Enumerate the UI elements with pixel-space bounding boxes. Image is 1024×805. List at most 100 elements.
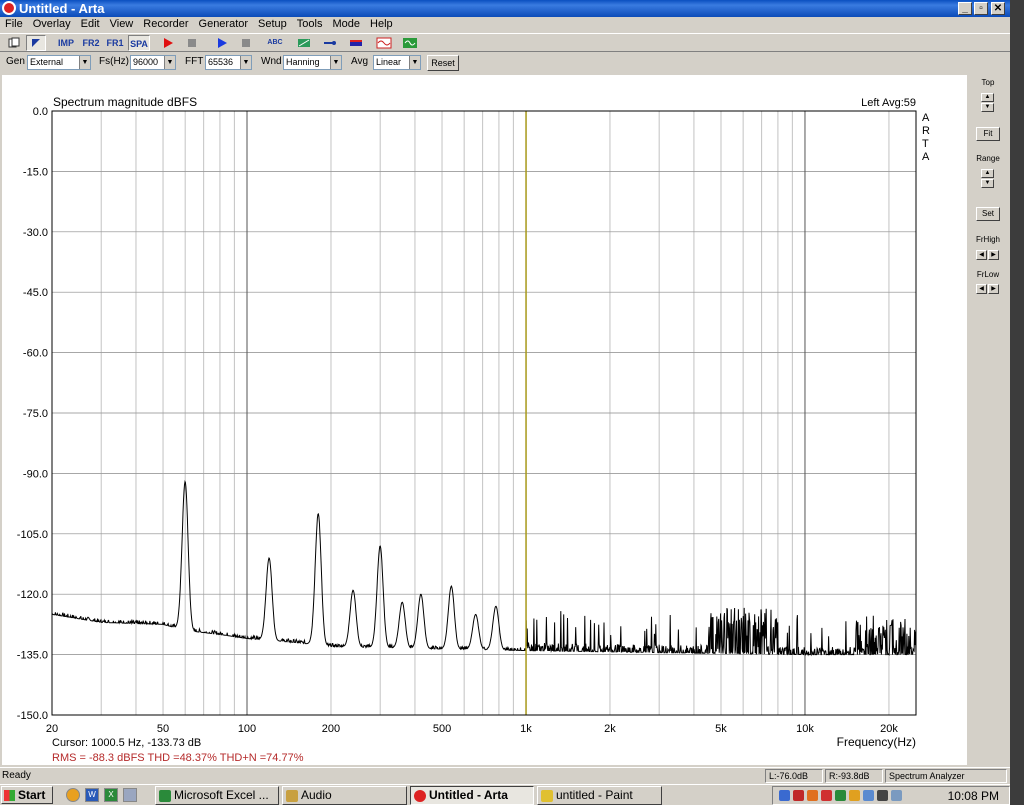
menu-view[interactable]: View [105,17,139,33]
notepad-icon[interactable] [123,788,137,802]
record-play-icon[interactable] [158,35,178,51]
security-icon[interactable] [821,790,832,801]
watermark-letter: A [922,151,930,163]
fft-label: FFT [185,56,204,67]
menu-help[interactable]: Help [365,17,398,33]
task-paint-label: untitled - Paint [556,788,633,802]
spa-mode-button[interactable]: SPA [128,35,150,51]
fft-select[interactable]: 65536 ▼ [205,55,252,70]
x-tick-label: 100 [238,723,256,735]
menu-recorder[interactable]: Recorder [138,17,193,33]
excel-icon [159,790,171,802]
menu-setup[interactable]: Setup [253,17,292,33]
frhigh-right-button[interactable]: ▶ [988,250,999,260]
probe-icon[interactable] [320,35,340,51]
plot-grid [51,110,916,716]
range-down-button[interactable]: ▼ [981,179,994,188]
taskbar: Start W X Microsoft Excel ... Audio Unti… [0,784,1010,805]
menu-overlay[interactable]: Overlay [28,17,76,33]
imp-mode-button[interactable]: IMP [55,35,77,51]
display-icon[interactable] [877,790,888,801]
menu-tools[interactable]: Tools [292,17,328,33]
measurement-readout: RMS = -88.3 dBFS THD =48.37% THD+N =74.7… [52,752,304,764]
fit-button[interactable]: Fit [976,127,1000,141]
pointer-icon[interactable] [26,35,46,51]
channel-avg-readout: Left Avg:59 [861,97,916,109]
task-arta[interactable]: Untitled - Arta [410,786,534,805]
top-down-button[interactable]: ▼ [981,103,994,112]
copy-icon[interactable] [4,35,24,51]
task-excel[interactable]: Microsoft Excel ... [155,786,279,805]
chevron-down-icon[interactable]: ▼ [164,56,175,69]
chrome-icon[interactable] [66,788,80,802]
arta-app-icon[interactable] [2,1,16,15]
arta-icon [414,790,426,802]
restore-button[interactable]: ▫ [974,2,988,15]
chevron-down-icon[interactable]: ▼ [240,56,251,69]
shield-icon[interactable] [835,790,846,801]
fs-select[interactable]: 96000 ▼ [130,55,176,70]
fs-value: 96000 [133,57,159,67]
cursor-readout: Cursor: 1000.5 Hz, -133.73 dB [52,737,201,749]
rabc-button[interactable]: ABC [264,35,286,51]
x-tick-label: 2k [604,723,616,735]
start-label: Start [18,788,46,802]
update-icon[interactable] [807,790,818,801]
spectrum-chart[interactable]: 0.0 -15.0 -30.0 -45.0 -60.0 -75.0 -90.0 -105.0 -… [2,75,967,765]
start-button[interactable]: Start [1,786,53,804]
bluetooth-icon[interactable] [863,790,874,801]
range-up-button[interactable]: ▲ [981,169,994,178]
generator-stop-icon[interactable] [236,35,256,51]
wnd-select[interactable]: Hanning ▼ [283,55,342,70]
record-stop-icon[interactable] [182,35,202,51]
chevron-down-icon[interactable]: ▼ [330,56,341,69]
power-icon[interactable] [849,790,860,801]
menu-mode[interactable]: Mode [327,17,365,33]
task-paint[interactable]: untitled - Paint [537,786,662,805]
overlay-icon[interactable] [400,35,420,51]
y-tick-label: -60.0 [23,348,48,360]
menu-edit[interactable]: Edit [76,17,105,33]
wave-icon[interactable] [374,35,394,51]
frlow-right-button[interactable]: ▶ [988,284,999,294]
minimize-button[interactable]: _ [958,2,972,15]
toolbar: IMP FR2 FR1 SPA ABC [0,33,1010,52]
y-tick-label: 0.0 [33,106,48,118]
calibrate-icon[interactable] [294,35,314,51]
top-up-button[interactable]: ▲ [981,93,994,102]
generator-play-icon[interactable] [212,35,232,51]
avg-select[interactable]: Linear ▼ [373,55,421,70]
volume-icon[interactable] [891,790,902,801]
close-button[interactable]: ✕ [991,2,1005,15]
task-audio[interactable]: Audio [282,786,407,805]
antivirus-icon[interactable] [793,790,804,801]
excel-quick-icon[interactable]: X [104,788,118,802]
wnd-label: Wnd [261,56,282,67]
menu-file[interactable]: File [0,17,28,33]
x-tick-label: 1k [520,723,532,735]
paint-icon [541,790,553,802]
menu-generator[interactable]: Generator [194,17,254,33]
fr1-mode-button[interactable]: FR1 [104,35,126,51]
set-button[interactable]: Set [976,207,1000,221]
chevron-down-icon[interactable]: ▼ [79,56,90,69]
x-tick-label: 20 [46,723,58,735]
range-label: Range [976,154,1000,163]
spectrum-plot[interactable]: 0.0 -15.0 -30.0 -45.0 -60.0 -75.0 -90.0 -105.0 -… [2,75,967,765]
network-icon[interactable] [779,790,790,801]
gen-select[interactable]: External ▼ [27,55,91,70]
status-ready: Ready [2,770,31,781]
frhigh-left-button[interactable]: ◀ [976,250,987,260]
fr2-mode-button[interactable]: FR2 [80,35,102,51]
frlow-left-button[interactable]: ◀ [976,284,987,294]
reset-button[interactable]: Reset [427,55,459,71]
chevron-down-icon[interactable]: ▼ [409,56,420,69]
channel-icon[interactable] [346,35,366,51]
avg-value: Linear [376,57,402,67]
x-tick-label: 20k [880,723,898,735]
left-level-readout: L:-76.0dB [765,769,823,783]
x-tick-label: 50 [157,723,169,735]
word-icon[interactable]: W [85,788,99,802]
folder-icon [286,790,298,802]
fft-value: 65536 [208,57,234,67]
